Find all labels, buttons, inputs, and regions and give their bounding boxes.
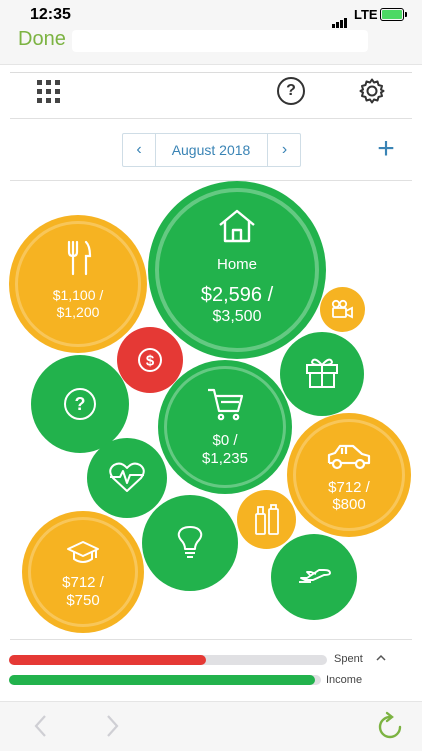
month-selector: ‹ August 2018 › [122,133,301,167]
video-camera-icon [331,299,353,319]
spent-bar [9,655,327,665]
light-bulb-icon [177,526,203,558]
next-month-button[interactable]: › [267,134,301,166]
budget-amount-total: $3,500 [212,308,262,325]
divider [0,64,422,65]
budget-amount-total: $800 [332,496,366,513]
budget-amount-spent: $1,100 / [52,287,104,303]
status-time: 12:35 [30,6,71,23]
budget-label: Home [216,256,257,273]
heart-pulse-icon [109,462,145,492]
spent-label: Spent [334,653,363,665]
question-icon: ? [64,388,96,420]
income-label: Income [326,674,363,686]
budget-amount-spent: $712 / [328,479,370,496]
divider [10,118,412,119]
month-label: August 2018 [171,142,251,158]
budget-bubble-utilities[interactable] [142,495,238,591]
reload-icon[interactable] [377,711,403,741]
gear-icon[interactable] [358,77,386,105]
income-bar [9,675,321,685]
network-type: LTE [354,7,378,22]
budget-bubble-gifts[interactable] [280,332,364,416]
budget-bubble-personal-care[interactable] [237,490,296,549]
chevron-up-icon[interactable] [374,652,388,664]
budget-amount-total: $1,200 [56,304,100,320]
budget-amount-spent: $2,596 / [200,284,274,306]
divider [10,72,412,73]
url-field[interactable] [72,30,368,52]
budget-bubble-shopping[interactable]: $0 / $1,235 [158,360,292,494]
done-button[interactable]: Done [18,28,66,51]
spent-bar-fill [9,655,207,665]
help-icon[interactable]: ? [277,77,305,105]
toiletries-icon [255,504,279,535]
income-bar-fill [9,675,315,685]
car-icon [327,444,371,470]
budget-amount-spent: $0 / [212,432,238,449]
svg-text:$: $ [146,353,155,370]
budget-amount-spent: $712 / [62,574,104,591]
house-icon [219,209,255,243]
battery-cap [405,12,407,17]
graduation-cap-icon [67,541,99,563]
budget-amount-total: $750 [66,592,100,609]
airplane-icon [299,569,331,583]
fork-knife-icon [67,240,92,276]
budget-bubble-uncategorized[interactable]: ? [31,355,129,453]
divider [10,180,412,181]
dollar-icon: $ [138,348,162,372]
shopping-cart-icon [208,388,244,421]
budget-bubble-entertainment[interactable] [320,287,365,332]
add-button[interactable]: + [372,134,400,164]
budget-amount-total: $1,235 [202,450,248,467]
divider [10,639,412,640]
grid-menu-icon[interactable] [37,80,61,104]
back-arrow-icon[interactable] [31,712,49,740]
budget-bubble-travel[interactable] [271,534,357,620]
budget-bubble-education[interactable]: $712 / $750 [22,511,144,633]
forward-arrow-icon[interactable] [104,712,122,740]
budget-bubble-auto[interactable]: $712 / $800 [287,413,411,537]
browser-toolbar [0,701,422,751]
budget-bubble-dining[interactable]: $1,100 / $1,200 [9,215,147,353]
prev-month-button[interactable]: ‹ [123,134,156,166]
battery-icon [380,8,404,21]
budget-bubble-home[interactable]: Home $2,596 / $3,500 [148,181,326,359]
signal-icon [332,10,348,28]
budget-bubble-health[interactable] [87,438,167,518]
gift-icon [306,358,338,388]
